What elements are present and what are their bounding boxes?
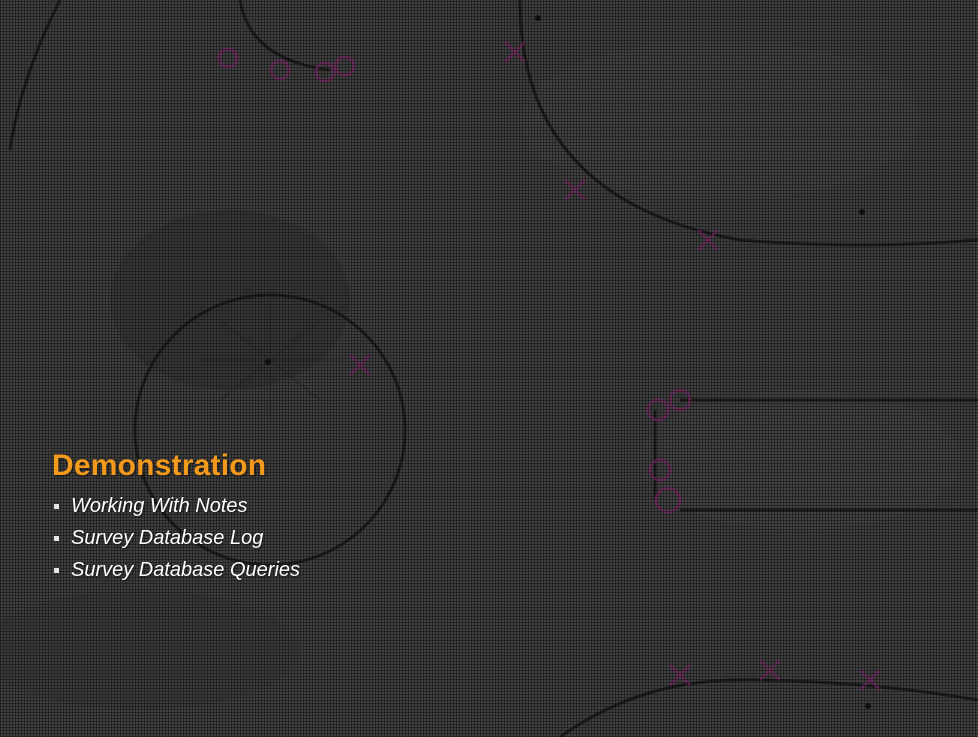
bullet-item-survey-database-queries: Survey Database Queries (52, 554, 652, 586)
slide-title: Demonstration (52, 449, 267, 482)
bullet-list: Working With Notes Survey Database Log S… (52, 490, 652, 586)
survey-plat-background (0, 0, 978, 737)
bullet-label: Working With Notes (71, 494, 248, 517)
bullet-label: Survey Database Log (71, 526, 264, 549)
bullet-label: Survey Database Queries (71, 558, 301, 581)
bullet-item-working-with-notes: Working With Notes (52, 490, 652, 522)
slide-content: Demonstration Working With Notes Survey … (52, 448, 652, 586)
square-bullet-icon (54, 567, 59, 573)
square-bullet-icon (54, 535, 59, 541)
presentation-slide: Demonstration Working With Notes Survey … (0, 0, 978, 737)
square-bullet-icon (54, 503, 59, 509)
bullet-item-survey-database-log: Survey Database Log (52, 522, 652, 554)
